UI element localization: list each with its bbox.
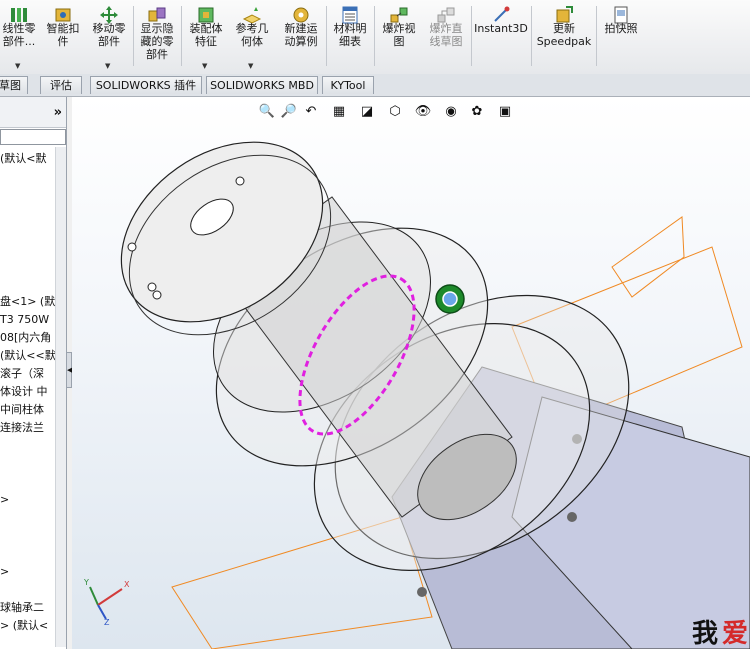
tree-item[interactable]: >: [0, 565, 9, 579]
smart-fasteners-button[interactable]: 智能扣 件: [40, 2, 86, 72]
tree-item[interactable]: T3 750W: [0, 313, 49, 327]
toolbar-separator: [471, 6, 472, 66]
tab-sketch[interactable]: 草图: [0, 76, 28, 94]
bolt-head[interactable]: [567, 512, 577, 522]
tree-item[interactable]: >: [0, 493, 9, 507]
toolbar-separator: [326, 6, 327, 66]
dropdown-arrow-icon[interactable]: ▼: [105, 62, 110, 70]
update-speedpak-button[interactable]: 更新 Speedpak: [534, 2, 594, 72]
tree-item[interactable]: > (默认<: [0, 619, 48, 633]
tab-solidworks-mbd[interactable]: SOLIDWORKS MBD: [206, 76, 318, 94]
expand-panel-button[interactable]: »: [54, 105, 62, 120]
toolbar-separator: [133, 6, 134, 66]
coordinate-triad: Y X Z: [83, 578, 130, 625]
tree-item[interactable]: 盘<1> (默: [0, 295, 55, 309]
tree-item[interactable]: 滚子（深: [0, 367, 44, 381]
explode-line-sketch-button[interactable]: 爆炸直 线草图: [423, 2, 469, 72]
reference-plane[interactable]: [611, 216, 685, 298]
tab-solidworks-addins[interactable]: SOLIDWORKS 插件: [90, 76, 202, 94]
dropdown-arrow-icon[interactable]: ▼: [15, 62, 20, 70]
tree-item[interactable]: 08[内六角: [0, 331, 51, 345]
triad-y-label: Y: [83, 578, 89, 587]
flange-hole: [127, 242, 137, 252]
tree-item[interactable]: 连接法兰: [0, 421, 44, 435]
feature-manager-tree: » (默认<默 盘<1> (默 T3 750W 08[内六角 (默认<<默 滚子…: [0, 97, 67, 649]
show-hidden-components-button[interactable]: 显示隐 藏的零 部件: [136, 2, 178, 72]
instant3d-button[interactable]: Instant3D: [473, 2, 529, 72]
tree-scrollbar[interactable]: [55, 147, 66, 647]
rotate-handle-center: [442, 291, 458, 307]
toolbar-separator: [181, 6, 182, 66]
take-snapshot-button[interactable]: 拍快照: [599, 2, 643, 72]
tree-item[interactable]: (默认<<默: [0, 349, 56, 363]
reference-geometry-button[interactable]: 参考几 何体 ▼: [230, 2, 274, 72]
tree-item[interactable]: (默认<默: [0, 152, 47, 166]
bill-of-materials-button[interactable]: 材料明 细表: [329, 2, 371, 72]
triad-x-label: X: [124, 580, 130, 589]
new-motion-study-button[interactable]: 新建运 动算例: [278, 2, 324, 72]
bolt-head[interactable]: [417, 587, 427, 597]
tree-item[interactable]: 体设计 中: [0, 385, 48, 399]
tab-evaluate[interactable]: 评估: [40, 76, 82, 94]
flange-hole: [147, 282, 157, 292]
command-manager-toolbar: 线性零 部件... ▼ 智能扣 件 移动零 部件 ▼ 显示隐 藏的零 部件 装配…: [0, 0, 750, 75]
move-component-button[interactable]: 移动零 部件 ▼: [88, 2, 130, 72]
tree-item[interactable]: 球轴承二: [0, 601, 44, 615]
assembly-model-view[interactable]: [72, 97, 750, 649]
toolbar-separator: [374, 6, 375, 66]
flange-hole: [235, 176, 245, 186]
flange-hole: [152, 290, 162, 300]
dropdown-arrow-icon[interactable]: ▼: [202, 62, 207, 70]
linear-component-pattern-button[interactable]: 线性零 部件... ▼: [0, 2, 38, 72]
exploded-view-button[interactable]: 爆炸视 图: [377, 2, 421, 72]
tree-item[interactable]: 中间柱体: [0, 403, 44, 417]
tree-filter-input[interactable]: [0, 129, 66, 145]
graphics-viewport[interactable]: ▯ ▯ – ❐ ✕ 🔍 🔎 ↶ ▦ ◪ ⬡ 👁 ◉ ✿ ▣: [72, 97, 750, 649]
watermark-logo: 我 爱: [692, 619, 749, 649]
toolbar-separator: [596, 6, 597, 66]
command-manager-tabs: 草图 评估 SOLIDWORKS 插件 SOLIDWORKS MBD KYToo…: [0, 74, 750, 97]
panel-header: »: [0, 97, 66, 128]
toolbar-separator: [531, 6, 532, 66]
triad-z-label: Z: [104, 618, 110, 625]
tab-kytool[interactable]: KYTool: [322, 76, 374, 94]
dropdown-arrow-icon[interactable]: ▼: [248, 62, 253, 70]
assembly-features-button[interactable]: 装配体 特征 ▼: [184, 2, 228, 72]
